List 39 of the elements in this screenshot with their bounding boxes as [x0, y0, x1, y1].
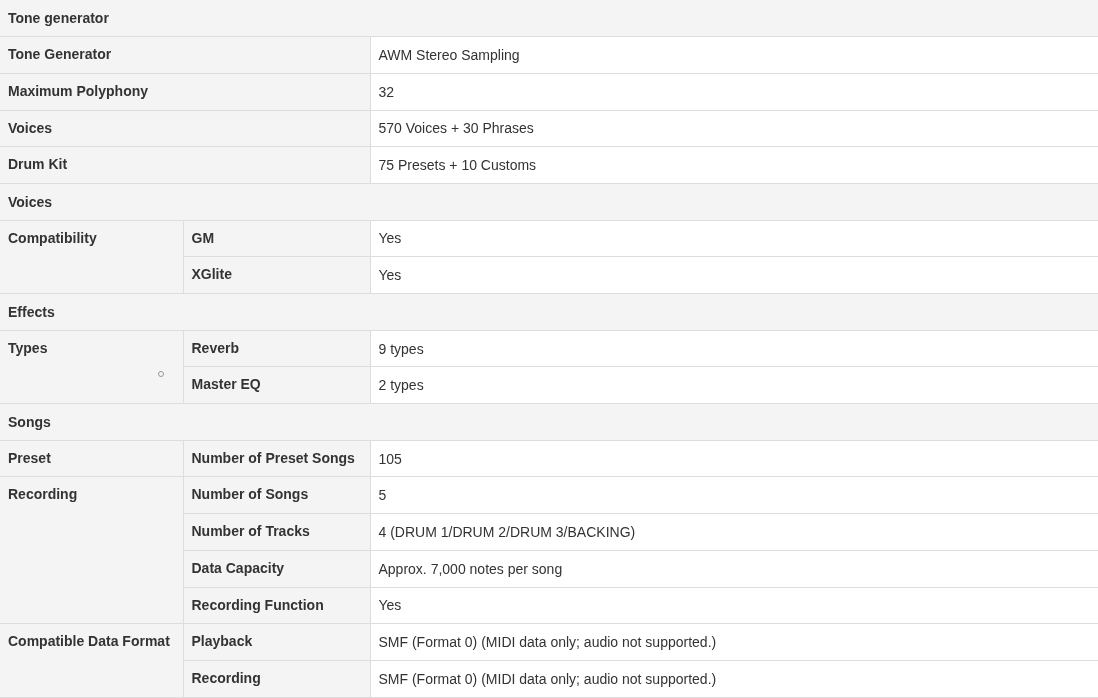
- spec-value: Yes: [370, 256, 1098, 294]
- spec-label: Master EQ: [183, 366, 370, 404]
- spec-label: GM: [183, 220, 370, 257]
- spec-label: Reverb: [183, 330, 370, 367]
- spec-label: Recording: [183, 660, 370, 698]
- spec-label: Number of Songs: [183, 476, 370, 514]
- spec-value: 570 Voices + 30 Phrases: [370, 110, 1098, 147]
- spec-label: XGlite: [183, 256, 370, 294]
- spec-value: Approx. 7,000 notes per song: [370, 550, 1098, 587]
- section-heading: Voices: [0, 183, 1098, 221]
- spec-label: Maximum Polyphony: [0, 73, 370, 111]
- spec-label: Voices: [0, 110, 370, 147]
- spec-value: 9 types: [370, 330, 1098, 367]
- spec-label: Recording Function: [183, 587, 370, 624]
- spec-label: Number of Preset Songs: [183, 440, 370, 477]
- spec-group-text: Recording: [8, 486, 78, 503]
- spec-label: Playback: [183, 623, 370, 661]
- spec-value: AWM Stereo Sampling: [370, 36, 1098, 74]
- spec-value: SMF (Format 0) (MIDI data only; audio not supported.): [370, 660, 1098, 698]
- spec-group-text: Compatibility: [8, 229, 97, 246]
- spec-label: Tone Generator: [0, 36, 370, 74]
- spec-value: 32: [370, 73, 1098, 111]
- spec-label: Data Capacity: [183, 550, 370, 587]
- spec-group-text: Types: [8, 339, 48, 356]
- section-heading: Effects: [0, 293, 1098, 331]
- spec-value: 2 types: [370, 366, 1098, 404]
- spec-value: Yes: [370, 220, 1098, 257]
- spec-label: Drum Kit: [0, 146, 370, 184]
- spec-group-text: Preset: [8, 449, 51, 466]
- spec-label: Number of Tracks: [183, 513, 370, 551]
- section-heading: Songs: [0, 403, 1098, 441]
- spec-group-text: Compatible Data Format: [8, 633, 170, 650]
- section-heading: Tone generator: [0, 0, 1098, 37]
- spec-value: Yes: [370, 587, 1098, 624]
- spec-value: 105: [370, 440, 1098, 477]
- spec-value: 75 Presets + 10 Customs: [370, 146, 1098, 184]
- spec-value: 4 (DRUM 1/DRUM 2/DRUM 3/BACKING): [370, 513, 1098, 551]
- spec-value: 5: [370, 476, 1098, 514]
- spec-value: SMF (Format 0) (MIDI data only; audio not supported.): [370, 623, 1098, 661]
